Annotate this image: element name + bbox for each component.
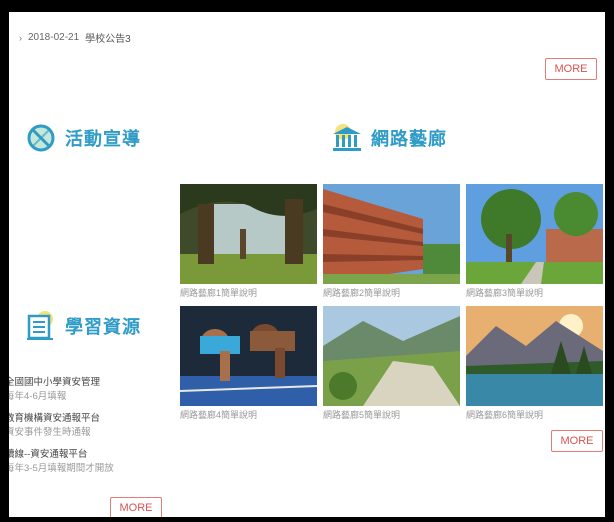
gallery-image-campus-building[interactable] [323, 184, 460, 284]
gallery-image-campus-lawn[interactable] [466, 184, 603, 284]
list-item[interactable]: 續線--資安通報平台 每年3-5月填報期間才開放 [9, 448, 179, 476]
gallery-image-banyan-tree[interactable] [180, 184, 317, 284]
resource-title[interactable]: 續線--資安通報平台 [9, 448, 179, 462]
news-item[interactable]: › 2018-02-21 學校公告3 [19, 30, 131, 45]
resource-title[interactable]: 教育機構資安通報平台 [9, 412, 179, 426]
activity-section-header: 活動宣導 [25, 122, 141, 154]
gallery-section-title[interactable]: 網路藝廊 [371, 125, 447, 151]
museum-icon [331, 122, 363, 154]
gallery-item[interactable]: 網路藝廊4簡單說明 [180, 306, 317, 421]
gallery-item[interactable]: 網路藝廊6簡單說明 [466, 306, 603, 421]
gallery-section-header: 網路藝廊 [331, 122, 447, 154]
gallery-more-button[interactable]: MORE [551, 430, 603, 452]
resources-more-button[interactable]: MORE [110, 497, 162, 517]
resources-section-title[interactable]: 學習資源 [65, 313, 141, 339]
gallery-caption: 網路藝廊2簡單說明 [323, 288, 401, 298]
page: › 2018-02-21 學校公告3 MORE 活動宣導 網路藝廊 網路藝廊1簡… [9, 12, 605, 517]
gallery-image-sprinters[interactable] [180, 306, 317, 406]
activity-ban-icon [25, 122, 57, 154]
gallery-item[interactable]: 網路藝廊5簡單說明 [323, 306, 460, 421]
gallery-item[interactable]: 網路藝廊1簡單說明 [180, 184, 317, 299]
gallery-caption: 網路藝廊4簡單說明 [180, 410, 258, 420]
news-date: 2018-02-21 [28, 32, 80, 43]
activity-section-title[interactable]: 活動宣導 [65, 125, 141, 151]
list-item[interactable]: 教育機構資安通報平台 資安事件發生時通報 [9, 412, 179, 440]
resources-section-header: 學習資源 [25, 310, 141, 342]
gallery-caption: 網路藝廊3簡單說明 [466, 288, 544, 298]
book-icon [25, 310, 57, 342]
resource-subtitle: 資安事件發生時通報 [9, 427, 91, 438]
resource-subtitle: 每年4-6月填報 [9, 391, 67, 402]
gallery-item[interactable]: 網路藝廊3簡單說明 [466, 184, 603, 299]
chevron-right-icon: › [19, 32, 22, 43]
resource-subtitle: 每年3-5月填報期間才開放 [9, 463, 114, 474]
gallery-caption: 網路藝廊6簡單說明 [466, 410, 544, 420]
gallery-caption: 網路藝廊5簡單說明 [323, 410, 401, 420]
gallery-item[interactable]: 網路藝廊2簡單說明 [323, 184, 460, 299]
gallery-image-lake-sunrise[interactable] [466, 306, 603, 406]
gallery-caption: 網路藝廊1簡單說明 [180, 288, 258, 298]
list-item[interactable]: 全國國中小學資安管理 每年4-6月填報 [9, 376, 179, 404]
resources-list: 全國國中小學資安管理 每年4-6月填報 教育機構資安通報平台 資安事件發生時通報… [9, 376, 179, 484]
gallery-image-mountain-valley[interactable] [323, 306, 460, 406]
resource-title[interactable]: 全國國中小學資安管理 [9, 376, 179, 390]
news-more-button[interactable]: MORE [545, 58, 597, 80]
news-title[interactable]: 學校公告3 [85, 30, 131, 45]
